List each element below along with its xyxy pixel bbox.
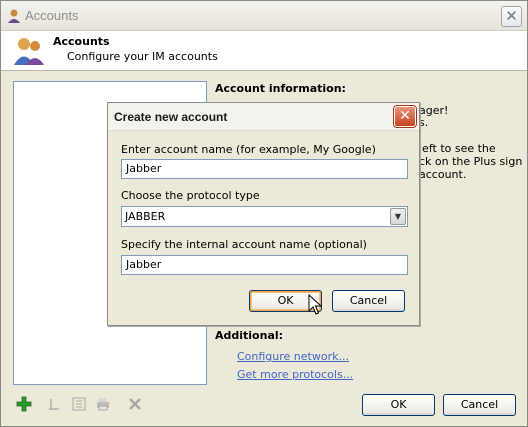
close-icon: ✕ (399, 108, 411, 124)
protocol-label: Choose the protocol type (121, 189, 260, 202)
delete-icon (129, 398, 141, 410)
dialog-title: Create new account (114, 110, 228, 124)
protocol-select[interactable]: JABBER ▼ (121, 206, 408, 227)
window-title: Accounts (25, 8, 79, 23)
accounts-app-icon (8, 9, 20, 23)
account-name-label: Enter account name (for example, My Goog… (121, 143, 376, 156)
print-button[interactable] (95, 396, 111, 412)
account-name-input[interactable]: Jabber (121, 159, 408, 179)
printer-icon (97, 398, 109, 411)
configure-network-link[interactable]: Configure network... (237, 350, 349, 363)
dropdown-button[interactable]: ▼ (390, 208, 406, 225)
info-text-line: s. (419, 116, 429, 129)
header-banner: Accounts Configure your IM accounts (1, 31, 527, 71)
additional-heading: Additional: (215, 329, 284, 342)
rename-icon (49, 399, 59, 410)
mouse-cursor-icon (308, 294, 322, 315)
rename-account-button[interactable] (47, 396, 63, 412)
add-account-button[interactable] (16, 396, 32, 412)
chevron-down-icon: ▼ (394, 212, 402, 221)
info-text-line: ck on the Plus sign (419, 155, 523, 168)
ok-button[interactable]: OK (362, 394, 435, 416)
users-icon (14, 38, 44, 65)
protocol-select-value: JABBER (125, 210, 166, 223)
account-information-heading: Account information: (215, 82, 346, 95)
info-text-line: account. (419, 168, 467, 181)
delete-account-button[interactable] (127, 396, 143, 412)
get-more-protocols-link[interactable]: Get more protocols... (237, 368, 353, 381)
header-subtitle: Configure your IM accounts (67, 50, 218, 63)
dialog-cancel-button[interactable]: Cancel (332, 290, 405, 312)
internal-name-input[interactable]: Jabber (121, 255, 408, 275)
dialog-title-bar: Create new account ✕ (108, 103, 419, 131)
window-close-button[interactable]: ✕ (501, 6, 522, 27)
info-text-line: left to see the (419, 142, 496, 155)
title-bar: Accounts ✕ (1, 1, 527, 31)
cancel-button[interactable]: Cancel (443, 394, 516, 416)
properties-icon (72, 397, 86, 411)
header-title: Accounts (53, 35, 110, 48)
properties-button[interactable] (71, 396, 87, 412)
internal-name-label: Specify the internal account name (optio… (121, 238, 367, 251)
plus-icon (16, 396, 32, 412)
create-account-dialog: Create new account ✕ Enter account name … (107, 102, 420, 326)
close-icon: ✕ (505, 7, 518, 25)
dialog-close-button[interactable]: ✕ (393, 105, 417, 128)
